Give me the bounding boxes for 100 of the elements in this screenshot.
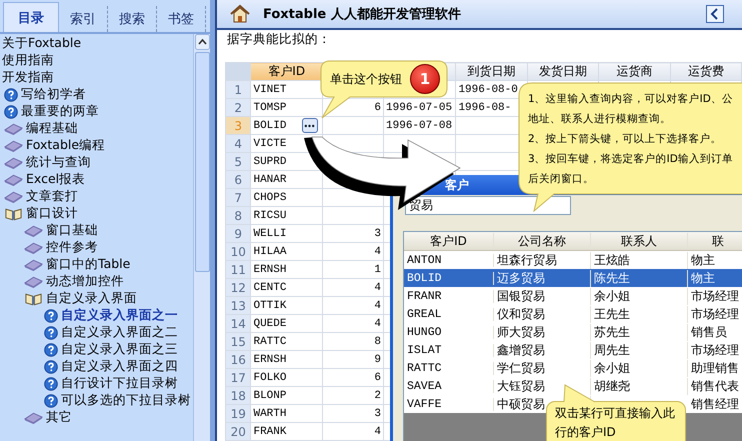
table-cell: HANAR (253, 174, 286, 186)
sidebar-tab[interactable]: 索引 (59, 6, 108, 32)
column-header[interactable]: 客户ID (404, 232, 494, 250)
tree-item[interactable]: 窗口设计 (26, 205, 78, 222)
scroll-thumb[interactable] (194, 52, 210, 272)
table-cell: 陈先生 (594, 270, 630, 284)
row-number: 19 (226, 404, 251, 422)
table-cell: 坦森行贸易 (497, 252, 557, 266)
row-number: 5 (226, 152, 251, 170)
tree-item[interactable]: 文章套打 (26, 188, 78, 205)
table-cell: 物主 (691, 270, 715, 284)
tree-item[interactable]: 编程基础 (26, 120, 78, 137)
row-number: 10 (226, 242, 251, 260)
row-number: 6 (226, 170, 251, 188)
table-cell: 市场经理 (691, 306, 739, 320)
tree-item[interactable]: Excel报表 (26, 171, 86, 188)
callout-text: 后关闭窗口。 (528, 172, 595, 187)
table-cell: 余小姐 (594, 360, 630, 374)
tree-item[interactable]: 可以多选的下拉目录树 (61, 392, 191, 409)
row-number: 8 (226, 206, 251, 224)
tree-item[interactable]: 窗口中的Table (46, 256, 130, 273)
callout-text: 单击这个按钮 (330, 71, 402, 88)
row-number: 16 (226, 350, 251, 368)
callout-text: 地址、联系人进行模糊查询。 (528, 112, 672, 127)
table-cell: 1 (374, 264, 382, 276)
tree-item[interactable]: 自定义录入界面之四 (61, 358, 178, 375)
customer-row[interactable]: BOLID 迈多贸易 陈先生 物主 (404, 269, 742, 287)
table-cell: CENTC (253, 282, 286, 294)
row-number: 7 (226, 188, 251, 206)
row-number: 12 (226, 278, 251, 296)
scrollbar[interactable] (193, 34, 210, 441)
back-icon[interactable] (706, 5, 724, 23)
tree-item[interactable]: 关于Foxtable (2, 35, 82, 52)
table-cell: 1996-08- (458, 102, 512, 114)
table-cell: OTTIK (253, 300, 286, 312)
tree-item[interactable]: 写给初学者 (21, 86, 86, 103)
column-header[interactable]: 联 (688, 232, 742, 250)
table-cell: 4 (374, 318, 382, 330)
table-cell: RATTC (253, 336, 286, 348)
tree-item[interactable]: 统计与查询 (26, 154, 91, 171)
column-header[interactable]: 到货日期 (456, 62, 528, 80)
column-header[interactable]: 联系人 (591, 232, 688, 250)
table-cell: BLONP (253, 390, 286, 402)
table-cell: 9 (374, 354, 382, 366)
row-number: 20 (226, 422, 251, 440)
table-cell: 2 (374, 390, 382, 402)
sidebar-tab[interactable]: 书签 (157, 6, 206, 32)
tree-item[interactable]: 控件参考 (46, 239, 98, 256)
table-cell: 4 (374, 246, 382, 258)
column-header[interactable]: 运货商 (598, 62, 670, 80)
window-title: Foxtable 人人都能开发管理软件 (263, 6, 461, 23)
row-number: 18 (226, 386, 251, 404)
table-cell: BOLID (407, 272, 442, 284)
table-cell: QUEDE (253, 318, 286, 330)
dialog-title: 客户 (445, 176, 469, 194)
row-number: 4 (226, 134, 251, 152)
column-header[interactable]: 客户ID (250, 62, 322, 80)
tree-item[interactable]: 开发指南 (2, 69, 54, 86)
row-number: 11 (226, 260, 251, 278)
customer-row[interactable]: RATTC 学仁贸易 余小姐 助理销售 (404, 359, 742, 377)
tree-item[interactable]: 自行设计下拉目录树 (61, 375, 178, 392)
tree-item[interactable]: 最重要的两章 (21, 103, 99, 120)
customer-row[interactable]: ISLAT 鑫增贸易 周先生 市场经理 (404, 341, 742, 359)
table-cell: 1996-07-08 (386, 120, 452, 132)
table-cell: RATTC (407, 362, 442, 374)
sidebar-tab[interactable]: 搜索 (108, 6, 157, 32)
table-cell: 国银贸易 (497, 288, 545, 302)
table-cell: 销售员 (691, 324, 727, 338)
tree-item[interactable]: 动态增加控件 (46, 273, 124, 290)
table-cell: CHOPS (253, 192, 286, 204)
column-header[interactable]: 运货费 (670, 62, 742, 80)
table-cell: VAFFE (407, 398, 442, 410)
lookup-button[interactable] (302, 118, 318, 133)
table-cell: RICSU (253, 210, 286, 222)
callout-text: 3、按回车键，将选定客户的ID输入到订单 (528, 152, 733, 167)
tree-item[interactable]: 自定义录入界面 (46, 290, 137, 307)
row-number: 9 (226, 224, 251, 242)
column-header[interactable]: 公司名称 (494, 232, 591, 250)
tree-item[interactable]: 其它 (46, 409, 72, 426)
table-cell: 学仁贸易 (497, 360, 545, 374)
home-icon[interactable] (229, 4, 251, 24)
table-cell: 周先生 (594, 342, 630, 356)
tree-item[interactable]: 自定义录入界面之二 (61, 324, 178, 341)
customer-row[interactable]: HUNGO 师大贸易 苏先生 销售员 (404, 323, 742, 341)
tree-item[interactable]: Foxtable编程 (26, 137, 106, 154)
customer-row[interactable]: GREAL 仪和贸易 王先生 市场经理 (404, 305, 742, 323)
column-header[interactable]: 发货日期 (527, 62, 599, 80)
tree-item[interactable]: 使用指南 (2, 52, 54, 69)
scroll-up-icon[interactable] (194, 34, 210, 50)
table-cell: 王炫皓 (594, 252, 630, 266)
table-cell: 市场经理 (691, 288, 739, 302)
sidebar-tab[interactable]: 目录 (3, 2, 59, 32)
tree-item[interactable]: 自定义录入界面之三 (61, 341, 178, 358)
table-cell: SUPRD (253, 156, 286, 168)
table-cell: ISLAT (407, 344, 442, 356)
tree-item[interactable]: 自定义录入界面之一 (61, 307, 178, 324)
customer-row[interactable]: FRANR 国银贸易 余小姐 市场经理 (404, 287, 742, 305)
ellipsis-icon (304, 124, 316, 128)
tree-item[interactable]: 窗口基础 (46, 222, 98, 239)
table-cell: FRANK (253, 426, 286, 438)
